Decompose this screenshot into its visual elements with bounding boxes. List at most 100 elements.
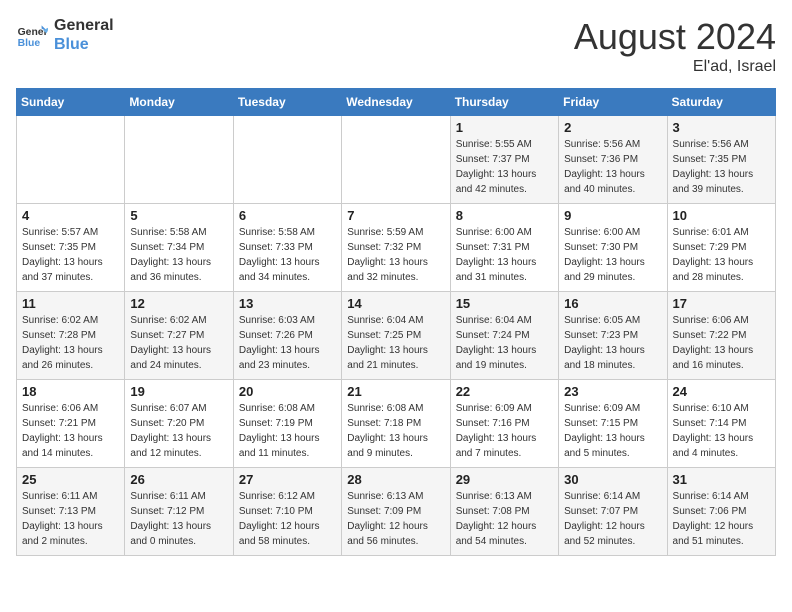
- day-info: Sunrise: 5:56 AM Sunset: 7:36 PM Dayligh…: [564, 137, 661, 197]
- calendar-cell: 4 Sunrise: 5:57 AM Sunset: 7:35 PM Daylig…: [17, 204, 125, 292]
- day-info: Sunrise: 6:01 AM Sunset: 7:29 PM Dayligh…: [673, 225, 770, 285]
- calendar-table: SundayMondayTuesdayWednesdayThursdayFrid…: [16, 88, 776, 556]
- calendar-header: SundayMondayTuesdayWednesdayThursdayFrid…: [17, 89, 776, 116]
- day-info: Sunrise: 6:11 AM Sunset: 7:13 PM Dayligh…: [22, 489, 119, 549]
- day-info: Sunrise: 6:11 AM Sunset: 7:12 PM Dayligh…: [130, 489, 227, 549]
- weekday-header-monday: Monday: [125, 89, 233, 116]
- calendar-cell: 2 Sunrise: 5:56 AM Sunset: 7:36 PM Daylig…: [559, 116, 667, 204]
- day-number: 5: [130, 208, 227, 223]
- calendar-cell: 27Sunrise: 6:12 AM Sunset: 7:10 PM Dayli…: [233, 468, 341, 556]
- day-number: 10: [673, 208, 770, 223]
- day-number: 7: [347, 208, 444, 223]
- week-row-3: 11Sunrise: 6:02 AM Sunset: 7:28 PM Dayli…: [17, 292, 776, 380]
- day-number: 26: [130, 472, 227, 487]
- day-info: Sunrise: 6:02 AM Sunset: 7:27 PM Dayligh…: [130, 313, 227, 373]
- calendar-cell: 22 Sunrise: 6:09 AM Sunset: 7:16 PM Dayli…: [450, 380, 558, 468]
- location-subtitle: El'ad, Israel: [574, 58, 776, 76]
- day-number: 9: [564, 208, 661, 223]
- weekday-header-friday: Friday: [559, 89, 667, 116]
- calendar-cell: 12 Sunrise: 6:02 AM Sunset: 7:27 PM Dayli…: [125, 292, 233, 380]
- day-number: 3: [673, 120, 770, 135]
- day-number: 19: [130, 384, 227, 399]
- calendar-cell: [17, 116, 125, 204]
- day-info: Sunrise: 6:13 AM Sunset: 7:08 PM Dayligh…: [456, 489, 553, 549]
- logo-icon: General Blue: [16, 19, 48, 51]
- week-row-5: 25 Sunrise: 6:11 AM Sunset: 7:13 PM Dayli…: [17, 468, 776, 556]
- calendar-cell: 10 Sunrise: 6:01 AM Sunset: 7:29 PM Dayli…: [667, 204, 775, 292]
- day-info: Sunrise: 6:14 AM Sunset: 7:07 PM Dayligh…: [564, 489, 661, 549]
- day-info: Sunrise: 6:02 AM Sunset: 7:28 PM Dayligh…: [22, 313, 119, 373]
- day-number: 31: [673, 472, 770, 487]
- calendar-cell: 6Sunrise: 5:58 AM Sunset: 7:33 PM Daylig…: [233, 204, 341, 292]
- day-number: 27: [239, 472, 336, 487]
- weekday-header-wednesday: Wednesday: [342, 89, 450, 116]
- day-number: 22: [456, 384, 553, 399]
- day-number: 25: [22, 472, 119, 487]
- calendar-cell: 30 Sunrise: 6:14 AM Sunset: 7:07 PM Dayli…: [559, 468, 667, 556]
- day-info: Sunrise: 5:55 AM Sunset: 7:37 PM Dayligh…: [456, 137, 553, 197]
- calendar-cell: 11Sunrise: 6:02 AM Sunset: 7:28 PM Dayli…: [17, 292, 125, 380]
- day-info: Sunrise: 6:04 AM Sunset: 7:24 PM Dayligh…: [456, 313, 553, 373]
- day-info: Sunrise: 6:13 AM Sunset: 7:09 PM Dayligh…: [347, 489, 444, 549]
- calendar-cell: 18Sunrise: 6:06 AM Sunset: 7:21 PM Dayli…: [17, 380, 125, 468]
- day-number: 16: [564, 296, 661, 311]
- logo-blue: Blue: [54, 35, 114, 54]
- calendar-cell: 15 Sunrise: 6:04 AM Sunset: 7:24 PM Dayli…: [450, 292, 558, 380]
- day-info: Sunrise: 6:04 AM Sunset: 7:25 PM Dayligh…: [347, 313, 444, 373]
- day-number: 15: [456, 296, 553, 311]
- calendar-cell: 25 Sunrise: 6:11 AM Sunset: 7:13 PM Dayli…: [17, 468, 125, 556]
- day-number: 23: [564, 384, 661, 399]
- day-number: 20: [239, 384, 336, 399]
- day-number: 2: [564, 120, 661, 135]
- calendar-cell: 9 Sunrise: 6:00 AM Sunset: 7:30 PM Daylig…: [559, 204, 667, 292]
- calendar-cell: 24Sunrise: 6:10 AM Sunset: 7:14 PM Dayli…: [667, 380, 775, 468]
- day-info: Sunrise: 6:09 AM Sunset: 7:16 PM Dayligh…: [456, 401, 553, 461]
- svg-text:Blue: Blue: [18, 38, 41, 49]
- weekday-header-thursday: Thursday: [450, 89, 558, 116]
- calendar-body: 1 Sunrise: 5:55 AM Sunset: 7:37 PM Daylig…: [17, 116, 776, 556]
- calendar-cell: [125, 116, 233, 204]
- page-header: General Blue General Blue August 2024 El…: [16, 16, 776, 76]
- calendar-cell: 21Sunrise: 6:08 AM Sunset: 7:18 PM Dayli…: [342, 380, 450, 468]
- calendar-cell: 19 Sunrise: 6:07 AM Sunset: 7:20 PM Dayli…: [125, 380, 233, 468]
- calendar-cell: 31 Sunrise: 6:14 AM Sunset: 7:06 PM Dayli…: [667, 468, 775, 556]
- day-info: Sunrise: 6:08 AM Sunset: 7:19 PM Dayligh…: [239, 401, 336, 461]
- day-info: Sunrise: 6:00 AM Sunset: 7:31 PM Dayligh…: [456, 225, 553, 285]
- day-info: Sunrise: 6:00 AM Sunset: 7:30 PM Dayligh…: [564, 225, 661, 285]
- calendar-cell: 14Sunrise: 6:04 AM Sunset: 7:25 PM Dayli…: [342, 292, 450, 380]
- day-info: Sunrise: 5:56 AM Sunset: 7:35 PM Dayligh…: [673, 137, 770, 197]
- day-info: Sunrise: 5:57 AM Sunset: 7:35 PM Dayligh…: [22, 225, 119, 285]
- day-number: 17: [673, 296, 770, 311]
- day-info: Sunrise: 5:58 AM Sunset: 7:33 PM Dayligh…: [239, 225, 336, 285]
- calendar-cell: 17 Sunrise: 6:06 AM Sunset: 7:22 PM Dayli…: [667, 292, 775, 380]
- logo-general: General: [54, 16, 114, 35]
- calendar-cell: 1 Sunrise: 5:55 AM Sunset: 7:37 PM Daylig…: [450, 116, 558, 204]
- week-row-4: 18Sunrise: 6:06 AM Sunset: 7:21 PM Dayli…: [17, 380, 776, 468]
- day-number: 30: [564, 472, 661, 487]
- weekday-header-sunday: Sunday: [17, 89, 125, 116]
- week-row-1: 1 Sunrise: 5:55 AM Sunset: 7:37 PM Daylig…: [17, 116, 776, 204]
- day-number: 28: [347, 472, 444, 487]
- day-info: Sunrise: 6:14 AM Sunset: 7:06 PM Dayligh…: [673, 489, 770, 549]
- day-number: 21: [347, 384, 444, 399]
- day-info: Sunrise: 6:03 AM Sunset: 7:26 PM Dayligh…: [239, 313, 336, 373]
- calendar-cell: 28 Sunrise: 6:13 AM Sunset: 7:09 PM Dayli…: [342, 468, 450, 556]
- day-info: Sunrise: 6:07 AM Sunset: 7:20 PM Dayligh…: [130, 401, 227, 461]
- week-row-2: 4 Sunrise: 5:57 AM Sunset: 7:35 PM Daylig…: [17, 204, 776, 292]
- calendar-cell: 16Sunrise: 6:05 AM Sunset: 7:23 PM Dayli…: [559, 292, 667, 380]
- calendar-cell: [233, 116, 341, 204]
- logo: General Blue General Blue: [16, 16, 114, 54]
- calendar-cell: [342, 116, 450, 204]
- calendar-cell: 23 Sunrise: 6:09 AM Sunset: 7:15 PM Dayli…: [559, 380, 667, 468]
- calendar-cell: 29 Sunrise: 6:13 AM Sunset: 7:08 PM Dayli…: [450, 468, 558, 556]
- day-number: 18: [22, 384, 119, 399]
- day-info: Sunrise: 6:06 AM Sunset: 7:22 PM Dayligh…: [673, 313, 770, 373]
- calendar-cell: 3 Sunrise: 5:56 AM Sunset: 7:35 PM Daylig…: [667, 116, 775, 204]
- day-number: 4: [22, 208, 119, 223]
- day-number: 12: [130, 296, 227, 311]
- day-number: 1: [456, 120, 553, 135]
- day-number: 29: [456, 472, 553, 487]
- day-info: Sunrise: 6:09 AM Sunset: 7:15 PM Dayligh…: [564, 401, 661, 461]
- calendar-cell: 13Sunrise: 6:03 AM Sunset: 7:26 PM Dayli…: [233, 292, 341, 380]
- day-info: Sunrise: 5:59 AM Sunset: 7:32 PM Dayligh…: [347, 225, 444, 285]
